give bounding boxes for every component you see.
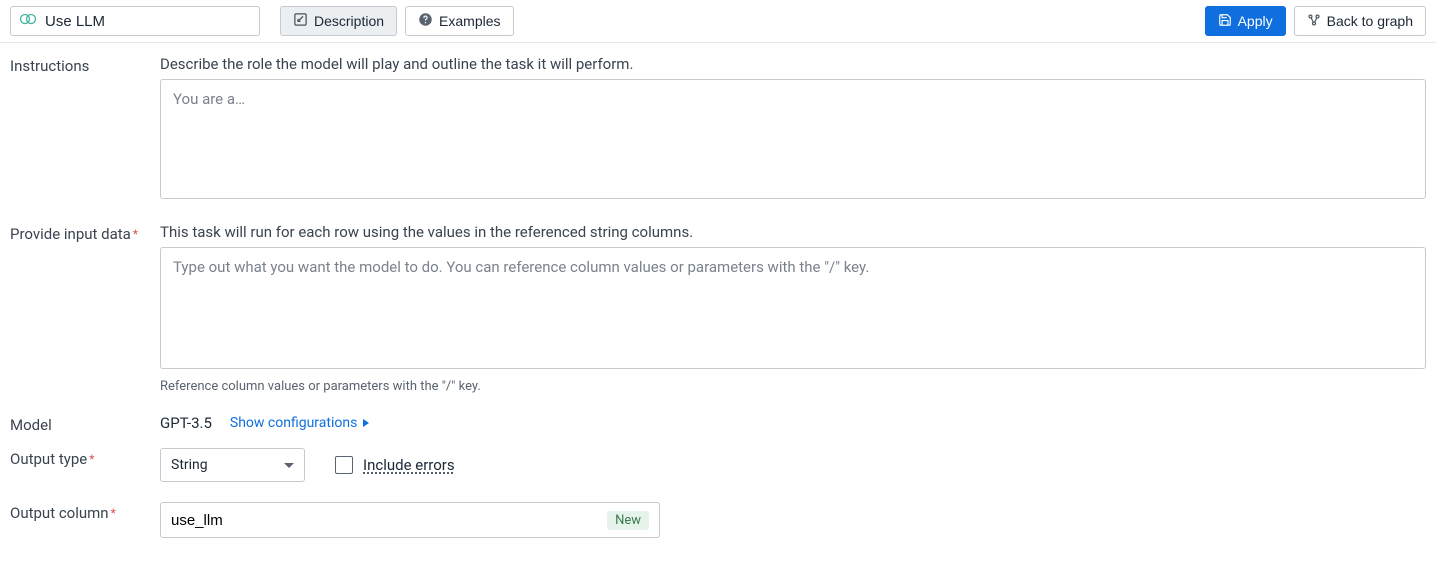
form-body: Instructions Describe the role the model… [0,43,1436,570]
instructions-textarea[interactable] [160,79,1426,199]
input-data-label: Provide input data [10,225,131,243]
output-type-select[interactable]: String [160,448,305,482]
show-configurations-label: Show configurations [230,415,357,431]
edit-icon [293,12,308,30]
graph-icon [1307,13,1321,30]
output-column-field[interactable]: New [160,502,660,538]
required-marker: * [111,504,116,522]
llm-node-icon [19,10,37,32]
input-data-hint: Reference column values or parameters wi… [160,379,1426,394]
toolbar: Description Examples Apply [0,0,1436,43]
examples-tab-label: Examples [439,13,500,29]
show-configurations-link[interactable]: Show configurations [230,415,369,431]
output-column-input[interactable] [171,512,607,529]
input-data-textarea[interactable] [160,247,1426,369]
output-column-label: Output column [10,504,109,522]
instructions-row: Instructions Describe the role the model… [10,55,1426,203]
description-tab[interactable]: Description [280,6,397,36]
model-label: Model [10,416,52,434]
apply-button[interactable]: Apply [1205,6,1286,36]
model-value: GPT-3.5 [160,414,212,432]
input-data-row: Provide input data * This task will run … [10,223,1426,394]
apply-button-label: Apply [1238,13,1273,29]
output-type-row: Output type * String Include errors [10,448,1426,482]
examples-tab[interactable]: Examples [405,6,513,36]
back-to-graph-button[interactable]: Back to graph [1294,6,1426,36]
required-marker: * [133,225,138,243]
output-column-row: Output column * New [10,502,1426,538]
triangle-right-icon [363,419,369,427]
instructions-label: Instructions [10,57,89,75]
instructions-helper: Describe the role the model will play an… [160,55,1426,73]
new-badge: New [607,511,649,530]
model-row: Model GPT-3.5 Show configurations [10,414,1426,434]
node-title-input[interactable] [45,13,251,30]
required-marker: * [89,450,94,468]
question-circle-icon [418,12,433,30]
input-data-helper: This task will run for each row using th… [160,223,1426,241]
include-errors-checkbox[interactable] [335,456,353,474]
save-icon [1218,13,1232,30]
description-tab-label: Description [314,13,384,29]
output-type-label: Output type [10,450,87,468]
include-errors-label: Include errors [363,456,455,474]
output-type-value: String [171,457,208,473]
chevron-down-icon [284,463,294,468]
back-to-graph-label: Back to graph [1327,13,1413,29]
node-title-field[interactable] [10,6,260,36]
